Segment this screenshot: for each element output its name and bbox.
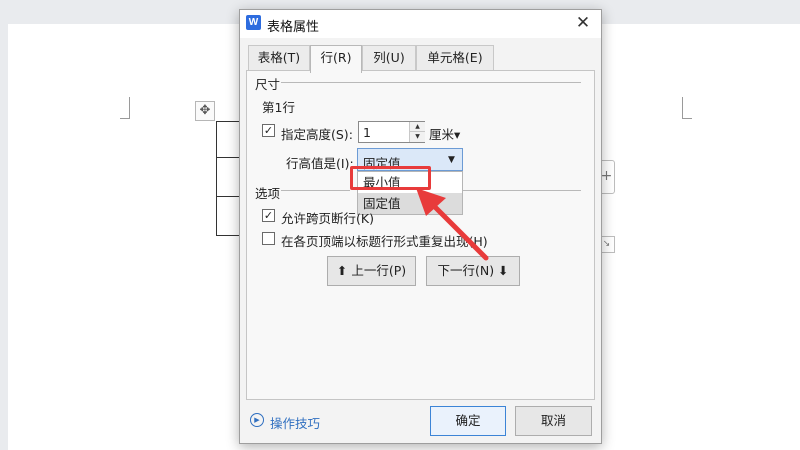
- tab-table[interactable]: 表格(T): [248, 45, 310, 71]
- spinner-up-button[interactable]: ▲: [410, 122, 425, 132]
- specify-height-label[interactable]: 指定高度(S):: [281, 124, 353, 143]
- options-section-divider: [281, 190, 350, 191]
- dialog-title: 表格属性: [267, 20, 320, 35]
- allow-break-checkbox[interactable]: ✓: [262, 209, 275, 222]
- unit-dropdown[interactable]: 厘米▾: [429, 124, 460, 143]
- play-circle-icon: ▶: [250, 413, 264, 427]
- wps-writer-icon: W: [246, 15, 261, 30]
- dialog-titlebar: W 表格属性 ✕: [240, 10, 601, 38]
- page-corner-mark-left: [120, 97, 130, 119]
- row-height-is-label: 行高值是(I):: [286, 156, 354, 171]
- options-section-label: 选项: [255, 186, 281, 201]
- close-icon: ✕: [575, 13, 591, 33]
- row-number-label: 第1行: [262, 100, 295, 115]
- table-border-row: [216, 235, 240, 236]
- size-section-label: 尺寸: [255, 77, 281, 92]
- operation-tips-link[interactable]: 操作技巧: [270, 413, 320, 432]
- annotation-highlight-box: [350, 166, 431, 190]
- repeat-header-label[interactable]: 在各页顶端以标题行形式重复出现(H): [281, 231, 488, 250]
- chevron-down-icon: ▼: [448, 155, 455, 165]
- close-button[interactable]: ✕: [570, 12, 596, 36]
- page-corner-mark-right: [682, 97, 692, 119]
- allow-break-label[interactable]: 允许跨页断行(K): [281, 208, 374, 227]
- next-row-button[interactable]: 下一行(N) ⬇: [426, 256, 520, 286]
- options-section-divider-right: [463, 190, 581, 191]
- size-section-divider: [281, 82, 581, 83]
- table-border-vertical: [216, 121, 217, 236]
- table-border-row: [216, 121, 240, 122]
- table-border-row: [216, 196, 240, 197]
- cancel-button[interactable]: 取消: [515, 406, 592, 436]
- spinner-down-button[interactable]: ▼: [410, 132, 425, 142]
- resize-icon: ↘: [602, 239, 611, 249]
- plus-icon: +: [600, 168, 613, 184]
- table-move-handle[interactable]: ✥: [195, 101, 215, 121]
- height-value: 1: [363, 125, 371, 140]
- ok-button[interactable]: 确定: [430, 406, 506, 436]
- specify-height-checkbox[interactable]: ✓: [262, 124, 275, 137]
- table-border-row: [216, 157, 240, 158]
- spinner-buttons: ▲ ▼: [409, 122, 425, 142]
- tab-row[interactable]: 行(R): [310, 45, 362, 73]
- move-icon: ✥: [199, 103, 211, 118]
- height-spinner[interactable]: 1 ▲ ▼: [358, 121, 425, 143]
- repeat-header-checkbox[interactable]: [262, 232, 275, 245]
- tab-column[interactable]: 列(U): [362, 45, 416, 71]
- tab-cell[interactable]: 单元格(E): [416, 45, 494, 71]
- previous-row-button[interactable]: ⬆ 上一行(P): [327, 256, 416, 286]
